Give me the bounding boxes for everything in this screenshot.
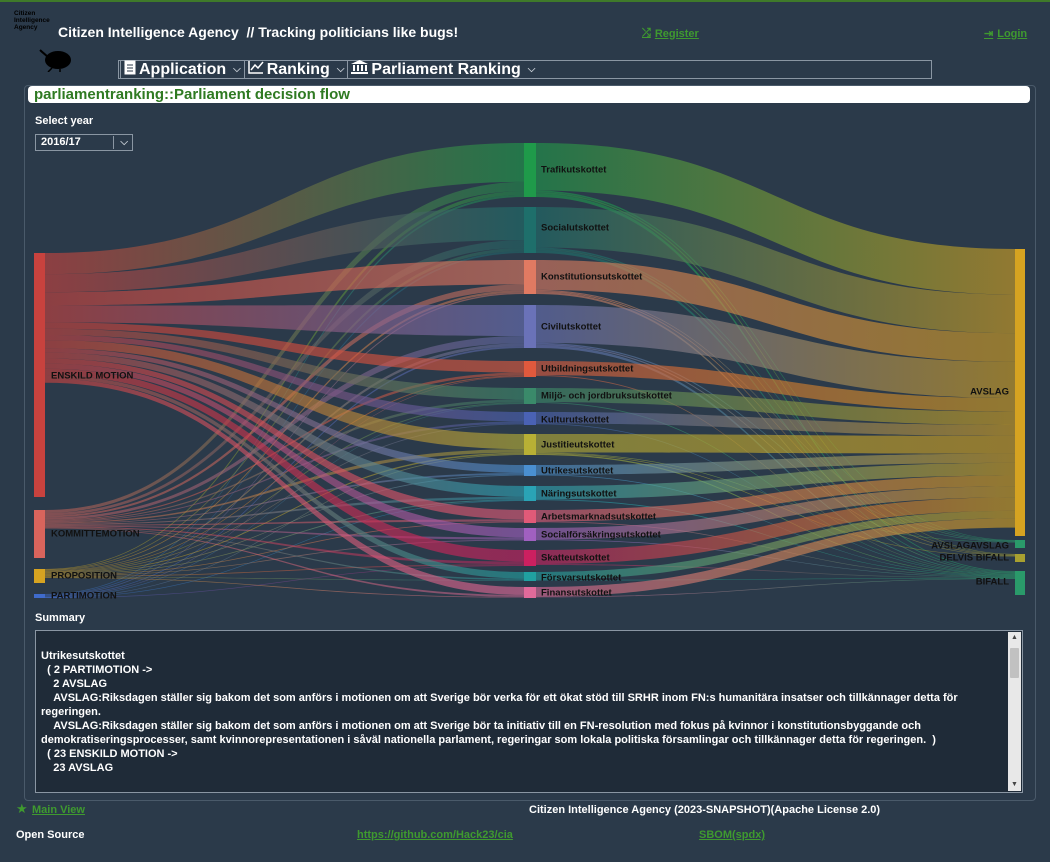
committee-label: Kulturutskottet [541,415,610,426]
committee-label: Konstitutionsutskottet [541,272,643,283]
scroll-up-icon[interactable]: ▲ [1008,632,1021,644]
menu-application[interactable]: Application ⌵ [120,60,245,80]
shuffle-icon: ⤮ [642,27,651,39]
logo-line: Agency [14,24,38,31]
committee-label: Miljö- och jordbruksutskottet [541,391,673,402]
committee-label: Civilutskottet [541,322,602,333]
menu-ranking[interactable]: Ranking ⌵ [245,61,349,78]
source-label: PARTIMOTION [51,591,117,602]
committee-node[interactable] [524,587,536,598]
committee-node[interactable] [524,572,536,581]
committee-node[interactable] [524,528,536,541]
summary-label: Summary [35,612,86,624]
committee-label: Finansutskottet [541,588,613,599]
logo-text: Citizen Intelligence Agency [14,10,58,31]
chevron-down-icon: ⌵ [527,64,536,75]
committee-node[interactable] [524,388,536,404]
source-node[interactable] [34,569,45,583]
bug-logo-icon [39,49,71,72]
committee-label: Arbetsmarknadsutskottet [541,512,657,523]
committee-node[interactable] [524,412,536,425]
open-source-label: Open Source [16,829,85,841]
logo-line: Intelligence [14,17,50,24]
source-node[interactable] [34,510,45,558]
scroll-thumb[interactable] [1010,648,1019,678]
committee-node[interactable] [524,305,536,348]
main-view-link[interactable]: Main View [32,804,85,816]
committee-node[interactable] [524,143,536,197]
menu-label: Ranking [266,60,330,78]
login-label: Login [997,27,1028,40]
committee-node[interactable] [524,361,536,377]
outcome-label: AVSLAGAVSLAG [931,541,1009,552]
app-title: Citizen Intelligence Agency // Tracking … [58,24,459,40]
committee-node[interactable] [524,510,536,523]
summary-scrollbar[interactable]: ▲ ▼ [1008,632,1021,791]
logo-line: Citizen [14,10,36,17]
outcome-label: DELVIS BIFALL [940,553,1010,564]
sign-in-icon: ⇥ [984,28,994,40]
committee-label: Trafikutskottet [541,165,607,176]
chart-line-icon [247,60,264,79]
top-accent-line [0,0,1050,2]
menu-label: Parliament Ranking [371,60,521,78]
committee-label: Socialförsäkringsutskottet [541,530,662,541]
outcome-node[interactable] [1015,249,1025,536]
outcome-node[interactable] [1015,571,1025,595]
scroll-down-icon[interactable]: ▼ [1008,779,1021,791]
source-node[interactable] [34,253,45,497]
version-text: Citizen Intelligence Agency (2023-SNAPSH… [529,804,881,816]
outcome-label: BIFALL [976,577,1009,588]
committee-node[interactable] [524,260,536,294]
committee-label: Försvarsutskottet [541,573,622,584]
login-link[interactable]: ⇥ Login [984,27,1028,41]
committee-node[interactable] [524,486,536,501]
parliament-building-icon [351,60,369,79]
committee-label: Skatteutskottet [541,553,610,564]
logo[interactable]: Citizen Intelligence Agency [14,10,71,74]
register-label: Register [654,27,699,40]
source-label: ENSKILD MOTION [51,371,133,382]
source-label: PROPOSITION [51,571,117,582]
github-link[interactable]: https://github.com/Hack23/cia [357,829,513,841]
register-link[interactable]: ⤮ Register [642,27,699,40]
committee-label: Justitieutskottet [541,440,615,451]
sbom-link[interactable]: SBOM(spdx) [699,829,765,841]
source-label: KOMMITTEMOTION [51,529,140,540]
outcome-node[interactable] [1015,540,1025,548]
decision-flow-chart: ENSKILD MOTION KOMMITTEMOTION PROPOSITION P… [34,143,1025,602]
summary-text: Utrikesutskottet ( 2 PARTIMOTION -> 2 AV… [41,650,958,774]
committee-node[interactable] [524,434,536,455]
summary-textarea[interactable]: Utrikesutskottet ( 2 PARTIMOTION -> 2 AV… [35,630,1023,793]
committee-label: Näringsutskottet [541,489,617,500]
menu-parliament-ranking[interactable]: Parliament Ranking ⌵ [348,60,538,79]
select-year-label: Select year [35,115,94,127]
chevron-down-icon: ⌵ [233,64,241,75]
outcome-node[interactable] [1015,554,1025,562]
committee-node[interactable] [524,550,536,566]
page-title: parliamentranking::Parliament decision f… [28,86,1030,103]
committee-node[interactable] [524,465,536,476]
committee-node[interactable] [524,207,536,253]
committee-label: Socialutskottet [541,223,610,234]
main-menubar: Application ⌵ Ranking ⌵ Parliament Ranki… [118,60,932,79]
chevron-down-icon: ⌵ [336,64,345,75]
outcome-label: AVSLAG [970,387,1009,398]
source-node[interactable] [34,594,45,598]
committee-label: Utrikesutskottet [541,466,614,477]
committee-label: Utbildningsutskottet [541,364,634,375]
document-icon [124,60,136,80]
menu-label: Application [139,60,227,78]
star-icon: ★ [16,801,28,816]
